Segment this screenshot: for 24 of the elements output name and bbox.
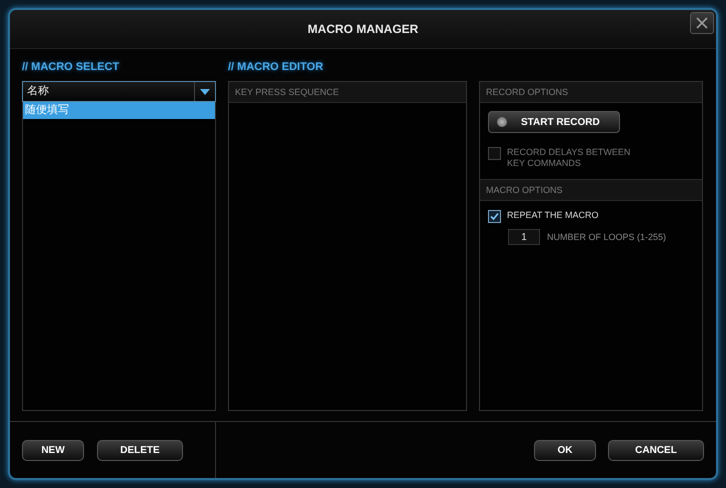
panel-title: MACRO OPTIONS [486, 185, 563, 195]
footer-button[interactable]: DELETE [97, 440, 183, 460]
checkbox-label: RECORD DELAYS BETWEEN KEY COMMANDS [507, 147, 632, 169]
footer-button[interactable]: OK [534, 440, 596, 460]
check-icon [490, 212, 499, 221]
caret-icon [200, 88, 210, 94]
panel-title: KEY PRESS SEQUENCE [235, 87, 339, 97]
record-delays-checkbox[interactable] [488, 147, 501, 160]
close-button[interactable] [690, 12, 714, 34]
record-dot-icon [497, 117, 507, 127]
window-title: MACRO MANAGER [308, 22, 418, 36]
dropdown-value: 名称 [26, 84, 50, 99]
panel-title: RECORD OPTIONS [486, 87, 568, 97]
footer-button[interactable]: NEW [22, 440, 84, 460]
repeat-checkbox[interactable] [488, 210, 501, 223]
start-record-button[interactable]: START RECORD [488, 111, 620, 133]
macro-dropdown[interactable]: 名称 [22, 81, 216, 102]
loops-field[interactable]: 1 [508, 229, 540, 245]
loops-label: NUMBER OF LOOPS (1-255) [547, 232, 666, 242]
checkbox-label: REPEAT THE MACRO [507, 210, 600, 221]
footer-button[interactable]: CANCEL [608, 440, 704, 460]
section-heading: // MACRO SELECT [22, 60, 120, 75]
close-icon [696, 17, 708, 29]
section-heading: // MACRO EDITOR [228, 60, 324, 75]
